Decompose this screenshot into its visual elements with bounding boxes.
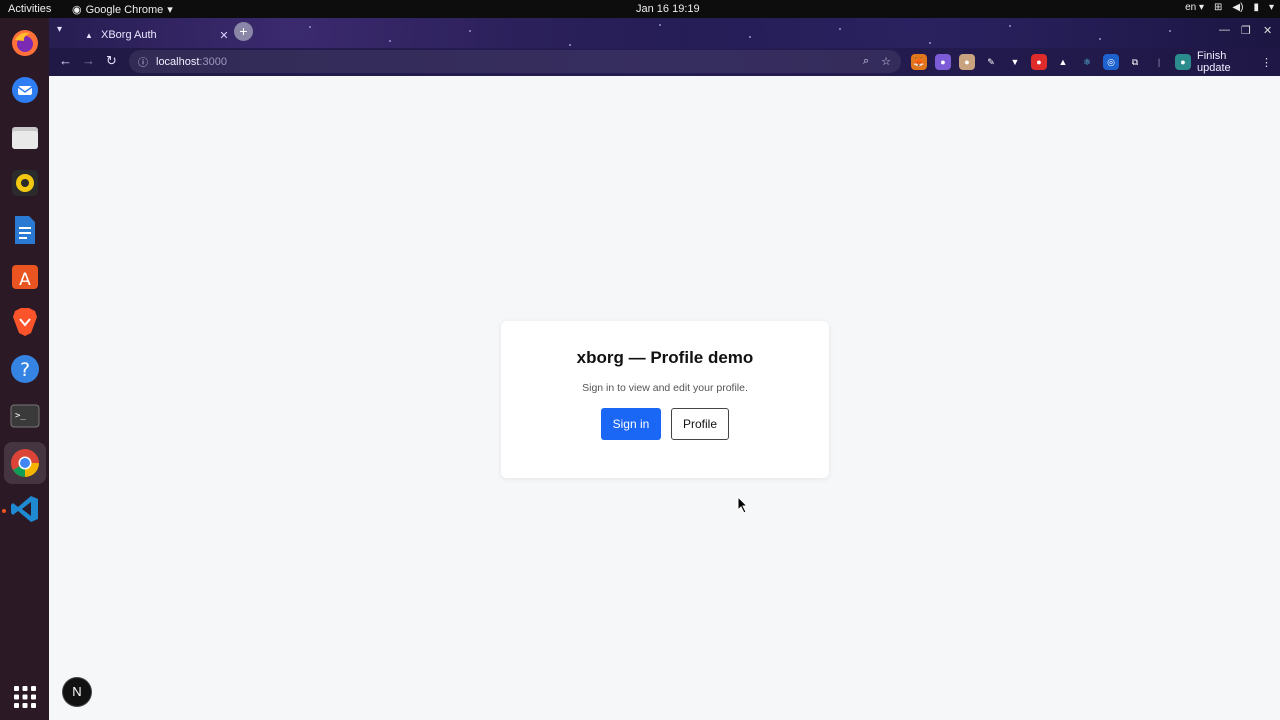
pen-extension-icon[interactable]: ✎ <box>983 54 999 70</box>
page-viewport: xborg — Profile demo Sign in to view and… <box>49 76 1280 720</box>
close-window-icon[interactable]: ✕ <box>1263 24 1272 37</box>
new-tab-button[interactable]: + <box>234 22 253 41</box>
tab-close-icon[interactable]: ✕ <box>217 29 231 42</box>
card-actions: Sign in Profile <box>501 408 829 440</box>
vue-devtools-icon[interactable]: ▼ <box>1007 54 1023 70</box>
toolbar-divider: | <box>1157 57 1161 67</box>
language-indicator[interactable]: en ▾ <box>1185 2 1204 13</box>
firefox-icon[interactable] <box>9 27 41 59</box>
omnibox-actions: ⌕ ☆ <box>863 55 891 68</box>
rhythmbox-icon[interactable] <box>9 167 41 199</box>
site-info-icon[interactable]: ⓘ <box>138 54 148 69</box>
desktop: Activities ◉ Google Chrome ▾ Jan 16 19:1… <box>0 0 1280 720</box>
nextjs-dev-indicator[interactable]: N <box>63 678 91 706</box>
svg-text:?: ? <box>20 359 30 381</box>
running-indicator <box>2 509 6 513</box>
finish-update-label: Finish update <box>1197 50 1231 74</box>
more-menu-icon[interactable]: ⋮ <box>1261 56 1272 69</box>
page-title: xborg — Profile demo <box>576 348 754 367</box>
extensions-puzzle-icon[interactable]: ⧉ <box>1127 54 1143 70</box>
sign-in-button[interactable]: Sign in <box>601 408 661 440</box>
network-icon: ⊞ <box>1214 2 1223 13</box>
forward-icon[interactable]: → <box>82 53 95 68</box>
system-tray[interactable]: en ▾ ⊞ ◀) ▮ ▾ <box>1185 2 1274 13</box>
minimize-icon[interactable]: — <box>1219 24 1230 36</box>
brave-icon[interactable] <box>9 306 41 338</box>
dock: A ? >_ <box>0 18 49 720</box>
page-subtitle: Sign in to view and edit your profile. <box>582 382 748 394</box>
app-menu[interactable]: ◉ Google Chrome ▾ <box>72 3 173 17</box>
power-menu-icon: ▾ <box>1268 2 1274 13</box>
vercel-favicon-icon: ▲ <box>85 30 93 40</box>
tab-xborg-auth[interactable]: ▲ XBorg Auth ✕ <box>77 22 231 48</box>
terminal-icon[interactable]: >_ <box>9 400 41 432</box>
thunderbird-icon[interactable] <box>9 74 41 106</box>
activities-button[interactable]: Activities <box>8 3 51 15</box>
extensions-area: 🦊 ● ● ✎ ▼ ● ▲ ⚛ ◎ ⧉ | ● <box>911 54 1191 70</box>
back-icon[interactable]: ← <box>59 53 72 68</box>
help-icon[interactable]: ? <box>9 353 41 385</box>
red-extension-icon[interactable]: ● <box>1031 54 1047 70</box>
url-host: localhost <box>156 55 200 68</box>
chrome-small-icon: ◉ <box>72 4 82 16</box>
zoom-icon[interactable]: ⌕ <box>863 55 869 68</box>
chrome-icon[interactable] <box>4 442 46 484</box>
files-icon[interactable] <box>9 121 41 153</box>
app-center-icon[interactable]: A <box>9 260 41 292</box>
metamask-icon[interactable]: 🦊 <box>911 54 927 70</box>
react-devtools-icon[interactable]: ⚛ <box>1079 54 1095 70</box>
system-top-bar: Activities ◉ Google Chrome ▾ Jan 16 19:1… <box>0 0 1280 18</box>
phantom-icon[interactable]: ● <box>935 54 951 70</box>
bookmark-star-icon[interactable]: ☆ <box>881 55 891 68</box>
chrome-window: ▾ ▲ XBorg Auth ✕ + — ❐ ✕ ← → ↻ ⓘ localho… <box>49 18 1280 720</box>
address-bar[interactable]: ⓘ localhost :3000 ⌕ ☆ <box>129 50 901 73</box>
reload-icon[interactable]: ↻ <box>106 53 117 69</box>
svg-text:A: A <box>19 270 31 290</box>
profile-button[interactable]: Profile <box>671 408 729 440</box>
url-port: :3000 <box>199 55 227 68</box>
show-apps-icon[interactable] <box>9 681 41 713</box>
auth-card: xborg — Profile demo Sign in to view and… <box>501 321 829 478</box>
browser-toolbar: ← → ↻ ⓘ localhost :3000 ⌕ ☆ 🦊 ● ● ✎ ▼ ● … <box>49 48 1280 76</box>
chevron-down-icon: ▾ <box>167 4 173 16</box>
language-label: en <box>1185 2 1197 13</box>
maximize-icon[interactable]: ❐ <box>1241 24 1251 37</box>
clock[interactable]: Jan 16 19:19 <box>636 3 700 15</box>
extension-avatar-icon[interactable]: ● <box>959 54 975 70</box>
libreoffice-writer-icon[interactable] <box>9 214 41 246</box>
vercel-extension-icon[interactable]: ▲ <box>1055 54 1071 70</box>
app-menu-label: Google Chrome <box>85 3 164 16</box>
blue-extension-icon[interactable]: ◎ <box>1103 54 1119 70</box>
volume-icon: ◀) <box>1232 2 1244 13</box>
vscode-icon[interactable] <box>9 493 41 525</box>
finish-update-button[interactable]: Finish update ⋮ <box>1189 50 1280 74</box>
battery-icon: ▮ <box>1253 2 1259 13</box>
mouse-cursor-icon <box>737 496 749 514</box>
tab-search-chevron-icon[interactable]: ▾ <box>57 24 62 35</box>
tab-title: XBorg Auth <box>101 29 157 41</box>
svg-text:>_: >_ <box>15 411 26 421</box>
